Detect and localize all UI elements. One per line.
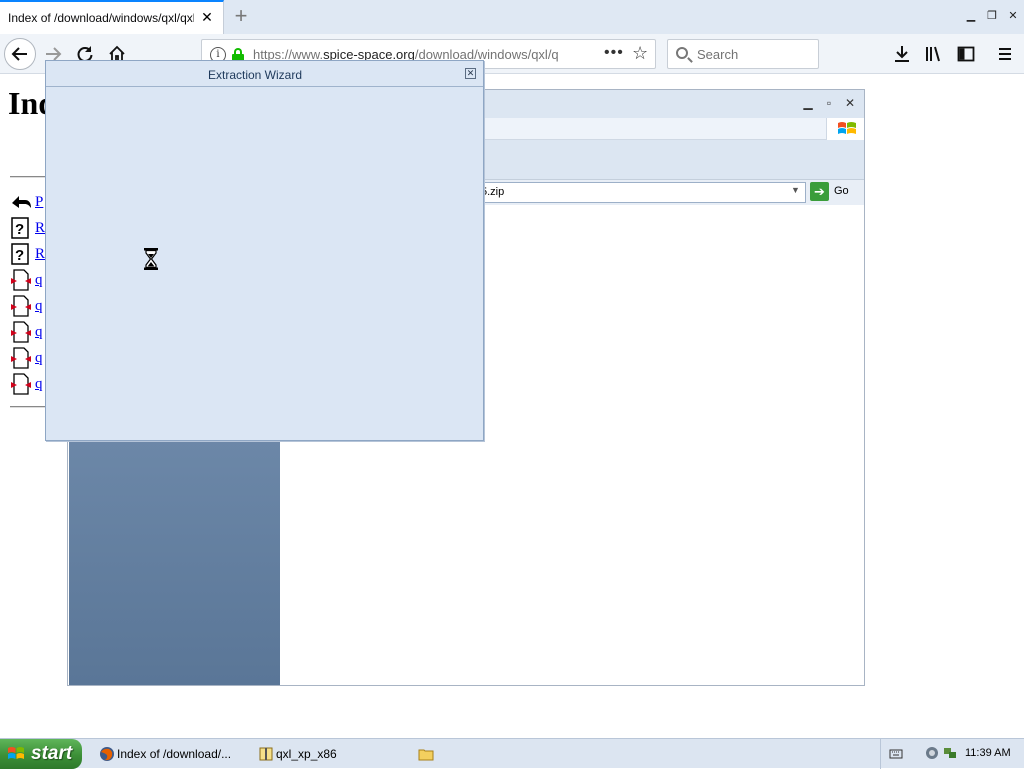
search-icon xyxy=(676,47,688,59)
back-arrow-icon xyxy=(10,191,32,213)
file-link[interactable]: q xyxy=(35,350,43,367)
wizard-title-bar[interactable]: Extraction Wizard ✕ xyxy=(46,61,483,87)
unknown-file-icon: ? xyxy=(10,217,32,239)
compressed-file-icon xyxy=(10,321,32,343)
hourglass-cursor-icon xyxy=(144,248,158,270)
folder-icon xyxy=(418,749,434,761)
unknown-file-icon: ? xyxy=(10,243,32,265)
hamburger-menu-icon xyxy=(999,48,1011,60)
minimize-window-button[interactable]: ▁ xyxy=(801,96,815,110)
taskbar-item-folder[interactable] xyxy=(414,741,454,767)
compressed-file-icon xyxy=(10,373,32,395)
taskbar-item-zip-folder[interactable]: qxl_xp_x86 xyxy=(254,741,404,767)
file-link[interactable]: R xyxy=(35,220,45,237)
minimize-window-button[interactable]: ▁ xyxy=(964,9,978,23)
library-icon xyxy=(926,46,940,62)
browser-tab[interactable]: Index of /download/windows/qxl/qxl-0 ✕ xyxy=(0,0,224,34)
close-window-button[interactable]: ✕ xyxy=(843,96,857,110)
close-icon[interactable]: ✕ xyxy=(465,68,476,79)
wizard-body xyxy=(47,88,482,440)
sidebar-button[interactable] xyxy=(952,39,980,69)
menu-button[interactable] xyxy=(991,39,1019,69)
keyboard-icon[interactable] xyxy=(889,746,903,760)
new-tab-button[interactable]: + xyxy=(230,5,252,28)
file-link[interactable]: q xyxy=(35,376,43,393)
clock: 11:39 AM xyxy=(965,747,1011,759)
system-tray: 11:39 AM xyxy=(880,739,1024,769)
back-arrow-icon xyxy=(11,47,27,61)
svg-text:?: ? xyxy=(15,247,24,264)
address-value: 5.zip xyxy=(481,186,505,198)
go-button[interactable]: ➔ Go xyxy=(810,182,860,203)
chevron-down-icon[interactable]: ▼ xyxy=(791,185,800,195)
taskbar-item-firefox[interactable]: Index of /download/... xyxy=(95,741,245,767)
parent-directory-link[interactable]: P xyxy=(35,194,43,211)
divider xyxy=(10,406,50,408)
compressed-file-icon xyxy=(10,269,32,291)
windows-logo-icon xyxy=(8,747,24,759)
downloads-button[interactable] xyxy=(888,39,916,69)
dialog-title: Extraction Wizard xyxy=(207,68,303,82)
search-placeholder: Search xyxy=(697,47,739,62)
back-button[interactable] xyxy=(4,38,36,70)
page-actions-icon[interactable]: ••• xyxy=(604,44,624,62)
compressed-file-icon xyxy=(10,347,32,369)
task-label: Index of /download/... xyxy=(117,747,232,761)
firefox-icon xyxy=(100,747,114,761)
extraction-wizard-dialog: Extraction Wizard ✕ xyxy=(45,60,484,441)
go-arrow-icon: ➔ xyxy=(810,182,829,201)
start-button[interactable]: start xyxy=(0,739,82,769)
bookmark-star-icon[interactable]: ☆ xyxy=(632,43,648,64)
compressed-file-icon xyxy=(10,295,32,317)
security-shield-icon[interactable] xyxy=(925,746,939,760)
taskbar: start Index of /download/... qxl_xp_x86 … xyxy=(0,738,1024,769)
file-link[interactable]: q xyxy=(35,272,43,289)
zip-folder-icon xyxy=(259,747,273,761)
sidebar-icon xyxy=(957,46,975,62)
library-button[interactable] xyxy=(920,39,948,69)
browser-tab-bar: Index of /download/windows/qxl/qxl-0 ✕ +… xyxy=(0,0,1024,34)
search-bar[interactable]: Search xyxy=(667,39,819,69)
download-icon xyxy=(895,46,909,62)
tab-title: Index of /download/windows/qxl/qxl-0 xyxy=(8,11,194,25)
restore-window-button[interactable]: ❐ xyxy=(985,9,999,23)
start-label: start xyxy=(31,743,73,764)
close-tab-icon[interactable]: ✕ xyxy=(200,10,214,24)
file-link[interactable]: q xyxy=(35,324,43,341)
windows-logo-icon xyxy=(826,118,864,140)
svg-text:?: ? xyxy=(15,221,24,238)
network-icon[interactable] xyxy=(943,746,957,760)
go-label: Go xyxy=(834,185,849,197)
file-link[interactable]: q xyxy=(35,298,43,315)
close-window-button[interactable]: ✕ xyxy=(1006,9,1020,23)
divider xyxy=(10,176,50,178)
file-link[interactable]: R xyxy=(35,246,45,263)
maximize-window-button[interactable]: ▫ xyxy=(822,96,836,110)
task-label: qxl_xp_x86 xyxy=(276,747,337,761)
